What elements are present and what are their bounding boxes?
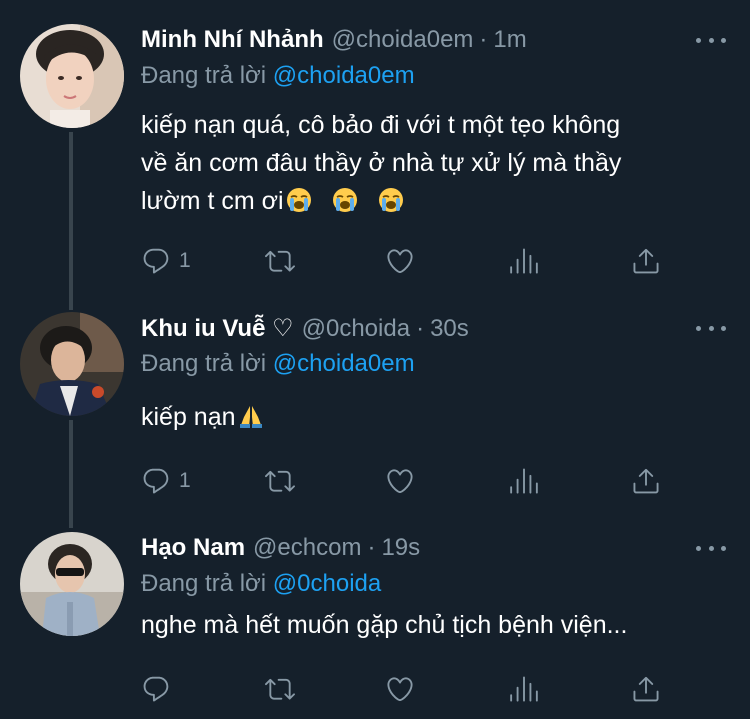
- share-button[interactable]: [631, 246, 661, 276]
- tweet-text-line: về ăn cơm đâu thầy ở nhà tự xử lý mà thầ…: [141, 149, 622, 177]
- loudly-crying-face-emoji: [332, 188, 357, 212]
- reply-icon: [143, 248, 169, 274]
- reply-button[interactable]: 1: [141, 246, 191, 276]
- retweet-icon: [265, 470, 295, 492]
- tweet[interactable]: Khu iu Vuễ ♡ @0choida · 30s Đang trả lời…: [0, 300, 750, 520]
- user-handle[interactable]: @choida0em: [332, 26, 474, 54]
- tweet-actions: [141, 674, 661, 714]
- tweet-text: nghe mà hết muốn gặp chủ tịch bệnh viện.…: [141, 606, 730, 644]
- tweet[interactable]: Minh Nhí Nhảnh @choida0em · 1m Đang trả …: [0, 0, 750, 300]
- analytics-button[interactable]: [509, 466, 539, 496]
- timestamp[interactable]: 30s: [430, 315, 469, 343]
- analytics-button[interactable]: [509, 674, 539, 704]
- tweet-actions: 1: [141, 466, 661, 506]
- more-icon[interactable]: [696, 30, 726, 50]
- tweet-header: Khu iu Vuễ ♡ @0choida · 30s: [141, 314, 730, 346]
- analytics-icon: [510, 468, 538, 494]
- avatar[interactable]: [20, 532, 124, 636]
- timestamp[interactable]: 19s: [381, 534, 420, 562]
- share-button[interactable]: [631, 674, 661, 704]
- mention-link[interactable]: @choida0em: [273, 350, 415, 377]
- more-icon[interactable]: [696, 538, 726, 558]
- tweet[interactable]: Hạo Nam @echcom · 19s Đang trả lời @0cho…: [0, 520, 750, 719]
- tweet-text-line: nghe mà hết muốn gặp chủ tịch bệnh viện.…: [141, 611, 628, 639]
- loudly-crying-face-emoji: [378, 188, 403, 212]
- reply-count: 1: [179, 249, 191, 272]
- tweet-actions: 1: [141, 246, 661, 286]
- user-handle[interactable]: @echcom: [253, 534, 361, 562]
- avatar[interactable]: [20, 312, 124, 416]
- display-name[interactable]: Hạo Nam: [141, 534, 245, 562]
- retweet-button[interactable]: [265, 674, 295, 704]
- reply-button[interactable]: 1: [141, 466, 191, 496]
- mention-link[interactable]: @0choida: [273, 570, 381, 597]
- share-button[interactable]: [631, 466, 661, 496]
- avatar[interactable]: [20, 24, 124, 128]
- replying-to: Đang trả lời @choida0em: [141, 62, 730, 94]
- loudly-crying-face-emoji: [286, 188, 311, 212]
- mention-link[interactable]: @choida0em: [273, 62, 415, 89]
- separator-dot: ·: [479, 26, 488, 53]
- like-icon: [387, 249, 413, 274]
- folded-hands-emoji: [239, 406, 262, 428]
- replying-to-label: Đang trả lời: [141, 570, 273, 597]
- tweet-text: kiếp nạn: [141, 398, 730, 436]
- replying-to-label: Đang trả lời: [141, 62, 273, 89]
- share-icon: [633, 676, 659, 702]
- tweet-text: kiếp nạn quá, cô bảo đi với t một tẹo kh…: [141, 106, 730, 220]
- display-name[interactable]: Khu iu Vuễ ♡: [141, 314, 294, 343]
- tweet-text-line: kiếp nạn: [141, 403, 236, 431]
- retweet-button[interactable]: [265, 466, 295, 496]
- reply-button[interactable]: [141, 674, 179, 704]
- analytics-button[interactable]: [509, 246, 539, 276]
- like-icon: [387, 677, 413, 702]
- like-button[interactable]: [385, 466, 415, 496]
- tweet-header: Minh Nhí Nhảnh @choida0em · 1m: [141, 26, 730, 58]
- replying-to-label: Đang trả lời: [141, 350, 273, 377]
- reply-icon: [143, 468, 169, 494]
- share-icon: [633, 248, 659, 274]
- tweet-header: Hạo Nam @echcom · 19s: [141, 534, 730, 566]
- display-name[interactable]: Minh Nhí Nhảnh: [141, 26, 324, 54]
- retweet-icon: [265, 250, 295, 272]
- more-icon[interactable]: [696, 318, 726, 338]
- like-button[interactable]: [385, 246, 415, 276]
- like-button[interactable]: [385, 674, 415, 704]
- timestamp[interactable]: 1m: [493, 26, 526, 54]
- retweet-icon: [265, 678, 295, 700]
- reply-icon: [143, 676, 169, 702]
- share-icon: [633, 468, 659, 494]
- tweet-text-line: lườm t cm ơi: [141, 182, 730, 220]
- retweet-button[interactable]: [265, 246, 295, 276]
- separator-dot: ·: [416, 315, 425, 342]
- tweet-text-line: kiếp nạn quá, cô bảo đi với t một tẹo kh…: [141, 111, 621, 139]
- reply-count: 1: [179, 469, 191, 492]
- replying-to: Đang trả lời @0choida: [141, 570, 730, 602]
- replying-to: Đang trả lời @choida0em: [141, 350, 730, 382]
- separator-dot: ·: [367, 534, 376, 561]
- user-handle[interactable]: @0choida: [302, 315, 410, 343]
- tweet-text-line-end: lườm t cm ơi: [141, 187, 284, 215]
- like-icon: [387, 469, 413, 494]
- analytics-icon: [510, 248, 538, 274]
- analytics-icon: [510, 676, 538, 702]
